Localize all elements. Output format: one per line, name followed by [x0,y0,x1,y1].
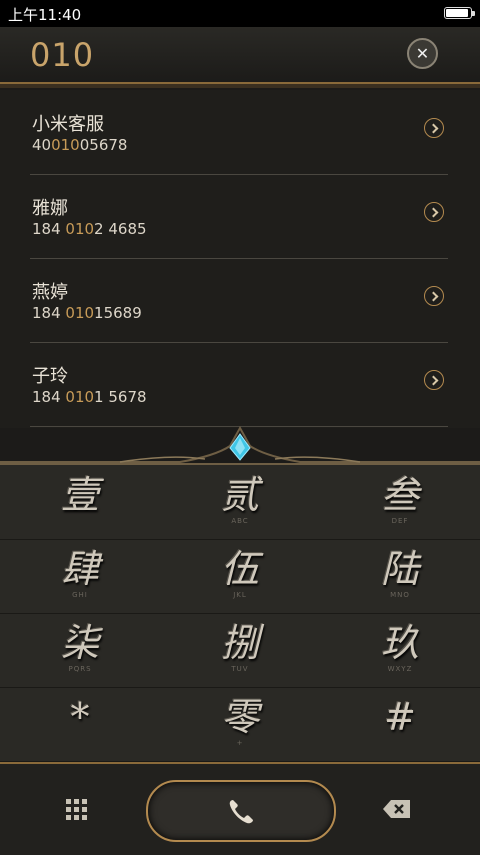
ornament-gem-icon [0,426,480,463]
key-5[interactable]: 伍 JKL [160,539,320,613]
key-4[interactable]: 肆 GHI [0,539,160,613]
chevron-right-icon[interactable] [424,370,444,390]
key-7[interactable]: 柒 PQRS [0,613,160,687]
contact-number: 4001005678 [32,136,128,154]
battery-icon [444,7,475,19]
number-match-highlight: 010 [51,136,80,154]
list-item[interactable]: 燕婷 184 01015689 [30,258,448,343]
list-item[interactable]: 雅娜 184 0102 4685 [30,174,448,259]
key-0[interactable]: 零 + [160,687,320,761]
number-match-highlight: 010 [65,304,95,322]
key-hash[interactable]: # [320,687,480,761]
dial-pad: 壹 贰 ABC 叁 DEF 肆 GHI 伍 JKL 陆 MNO 柒 PQRS 捌 TUV 玖W… [0,463,480,763]
close-icon: ✕ [415,44,430,63]
contact-results-list: 小米客服 4001005678 雅娜 184 0102 4685 燕婷 184 … [0,90,480,428]
clear-query-button[interactable]: ✕ [407,38,438,69]
backspace-icon[interactable] [382,799,412,819]
status-bar: 上午11:40 [0,0,480,27]
call-button[interactable] [146,780,336,842]
key-3[interactable]: 叁 DEF [320,465,480,539]
key-8[interactable]: 捌 TUV [160,613,320,687]
phone-icon [229,800,253,824]
number-match-highlight: 010 [65,220,95,238]
keypad-toggle-button[interactable] [64,797,90,823]
contact-name: 雅娜 [32,198,68,219]
key-6[interactable]: 陆 MNO [320,539,480,613]
contact-number: 184 01015689 [32,304,142,322]
battery-level [446,9,468,17]
chevron-right-icon[interactable] [424,202,444,222]
key-9[interactable]: 玖 WXYZ [320,613,480,687]
contact-number: 184 0101 5678 [32,388,147,406]
contact-name: 小米客服 [32,114,104,135]
contact-number: 184 0102 4685 [32,220,147,238]
dial-query-text: 010 [30,36,95,74]
number-match-highlight: 010 [65,388,95,406]
key-star[interactable]: * [0,687,160,761]
dialer-action-bar [0,762,480,855]
contact-name: 子玲 [32,366,68,387]
dial-query-bar: 010 ✕ [0,27,480,84]
list-item[interactable]: 子玲 184 0101 5678 [30,342,448,427]
key-2[interactable]: 贰 ABC [160,465,320,539]
chevron-right-icon[interactable] [424,118,444,138]
list-item[interactable]: 小米客服 4001005678 [30,90,448,175]
chevron-right-icon[interactable] [424,286,444,306]
status-time: 上午11:40 [8,6,82,24]
contact-name: 燕婷 [32,282,68,303]
key-1[interactable]: 壹 [0,465,160,539]
